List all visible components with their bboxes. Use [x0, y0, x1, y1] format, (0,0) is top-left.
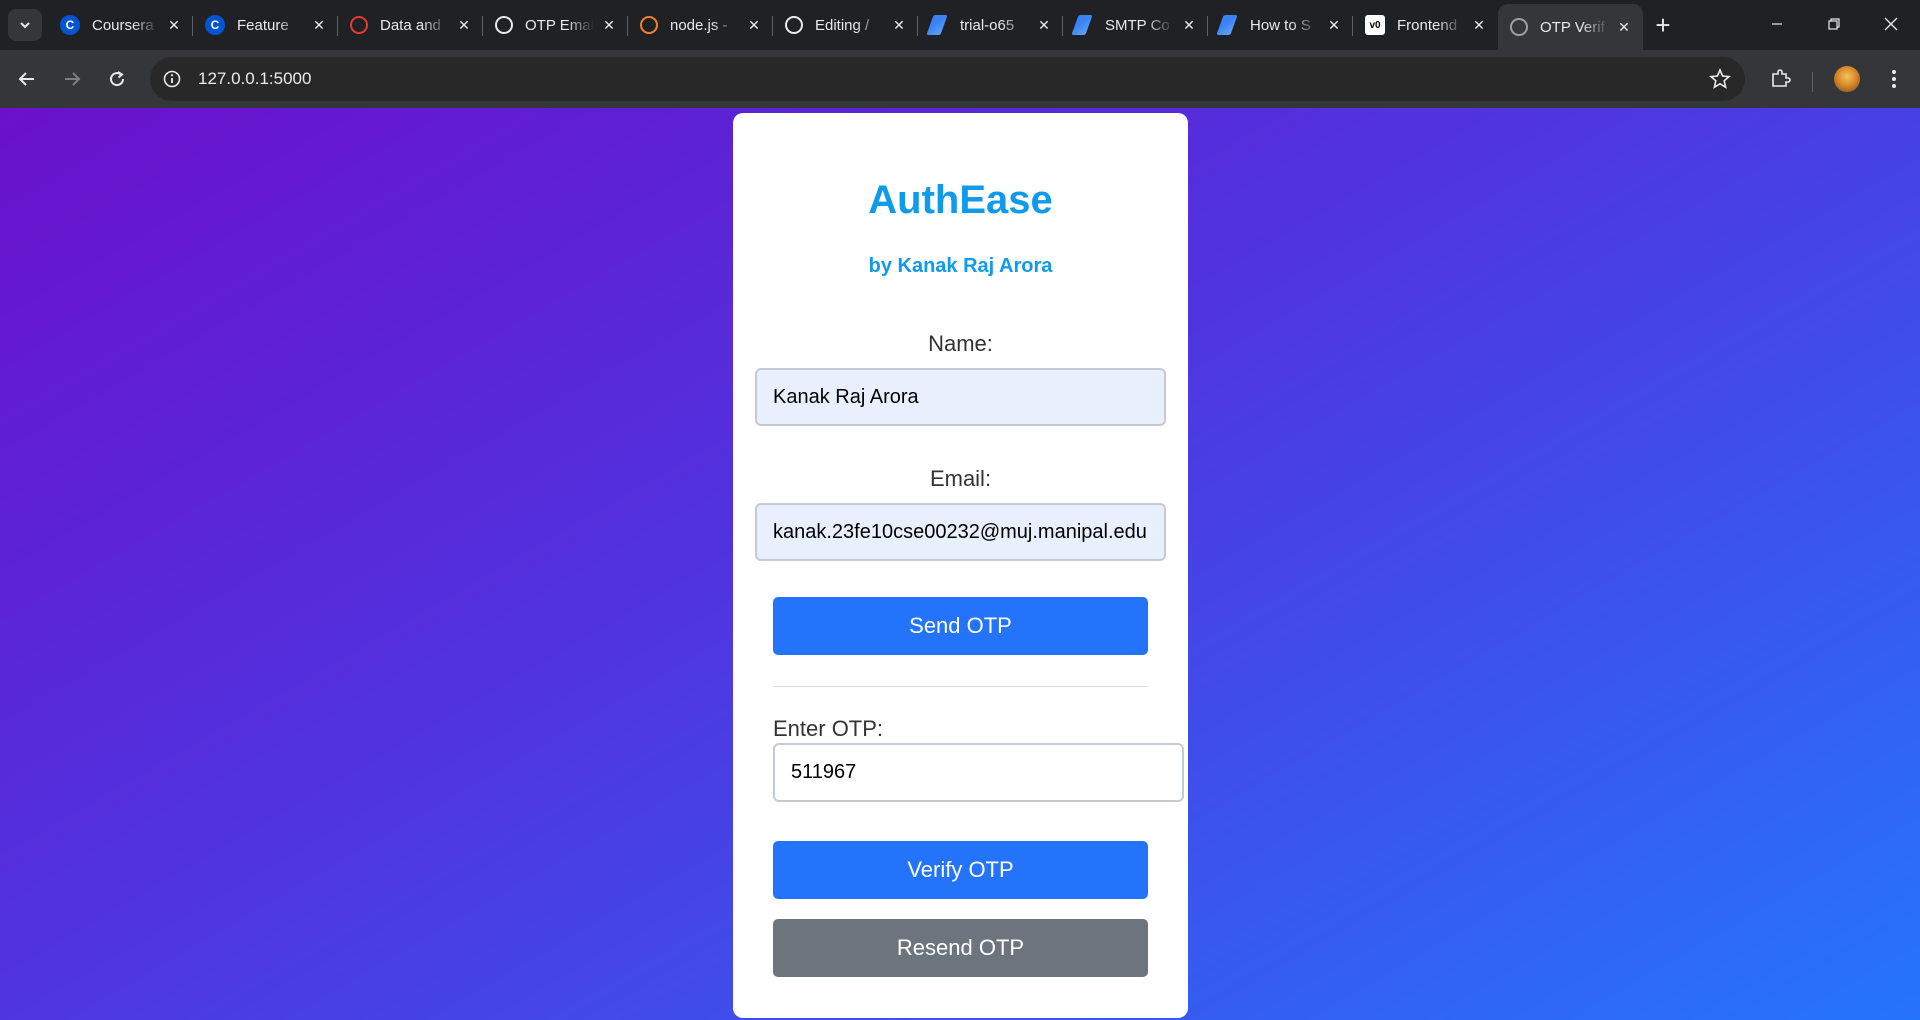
auth-card: AuthEase by Kanak Raj Arora Name: Email:…: [733, 113, 1188, 1018]
close-tab-icon[interactable]: ✕: [890, 16, 908, 34]
tab-title: Data and: [380, 16, 441, 34]
section-divider: [773, 686, 1148, 687]
email-label: Email:: [929, 466, 992, 491]
app-title: AuthEase: [868, 178, 1053, 222]
browser-tab[interactable]: OTP Email ✕: [483, 6, 628, 44]
codeium-icon: [1216, 15, 1238, 35]
page-viewport: AuthEase by Kanak Raj Arora Name: Email:…: [0, 108, 1920, 1020]
tab-title: OTP Verif: [1540, 18, 1605, 36]
signal-icon: [350, 16, 368, 34]
browser-tab[interactable]: node.js - ✕: [628, 6, 773, 44]
close-tab-icon[interactable]: ✕: [1180, 16, 1198, 34]
new-tab-button[interactable]: +: [1648, 10, 1678, 40]
tab-title: trial-o65: [960, 16, 1015, 34]
openai-icon: [495, 16, 513, 34]
minimize-icon: [1772, 23, 1782, 25]
email-field[interactable]: [755, 503, 1166, 561]
tab-title: Frontend: [1397, 16, 1458, 34]
tab-title: How to S: [1250, 16, 1311, 34]
forward-button[interactable]: [54, 61, 90, 97]
more-menu-icon[interactable]: [1882, 67, 1906, 91]
tab-title: Editing /: [815, 16, 870, 34]
v0-icon: v0: [1365, 15, 1385, 35]
browser-tab[interactable]: trial-o65 ✕: [918, 6, 1063, 44]
resend-otp-button[interactable]: Resend OTP: [773, 919, 1148, 977]
tab-title: SMTP Co: [1105, 16, 1170, 34]
browser-tab[interactable]: Editing / ✕: [773, 6, 918, 44]
bookmark-star-icon[interactable]: [1709, 67, 1731, 95]
codeium-icon: [926, 15, 948, 35]
browser-tab[interactable]: Data and ✕: [338, 6, 483, 44]
otp-field[interactable]: [773, 743, 1184, 802]
tab-title: Coursera: [92, 16, 154, 34]
arrow-right-icon: [65, 72, 81, 86]
author-byline: by Kanak Raj Arora: [868, 255, 1053, 277]
reload-icon: [110, 71, 125, 87]
verify-otp-button[interactable]: Verify OTP: [773, 841, 1148, 899]
browser-tab[interactable]: v0 Frontend ✕: [1353, 6, 1498, 44]
browser-tab[interactable]: How to S ✕: [1208, 6, 1353, 44]
stackoverflow-icon: [640, 16, 658, 34]
name-field[interactable]: [755, 368, 1166, 426]
close-tab-icon[interactable]: ✕: [1035, 16, 1053, 34]
close-window-button[interactable]: [1862, 0, 1920, 48]
plus-icon: +: [1655, 9, 1671, 40]
close-tab-icon[interactable]: ✕: [1470, 16, 1488, 34]
send-otp-button[interactable]: Send OTP: [773, 597, 1148, 655]
reload-button[interactable]: [99, 61, 135, 97]
tab-strip: C Coursera ✕ C Feature ✕ Data and ✕ OTP Email ✕ no…: [0, 0, 1920, 50]
back-button[interactable]: [9, 61, 45, 97]
site-info-icon[interactable]: [160, 67, 184, 91]
browser-tab[interactable]: OTP Verif ✕: [1498, 4, 1643, 50]
close-tab-icon[interactable]: ✕: [1325, 16, 1343, 34]
tab-title: Feature: [237, 16, 289, 34]
codeium-icon: [1071, 15, 1093, 35]
otp-label: Enter OTP:: [773, 716, 884, 741]
close-icon: [1884, 17, 1898, 31]
chevron-down-icon: [20, 22, 30, 29]
close-tab-icon[interactable]: ✕: [455, 16, 473, 34]
name-label: Name:: [928, 331, 993, 356]
restore-icon: [1828, 18, 1840, 30]
globe-icon: [1510, 18, 1528, 36]
restore-button[interactable]: [1805, 0, 1863, 48]
tab-search-button[interactable]: [8, 9, 42, 41]
close-tab-icon[interactable]: ✕: [600, 16, 618, 34]
browser-tab[interactable]: SMTP Co ✕: [1063, 6, 1208, 44]
url-text[interactable]: 127.0.0.1:5000: [198, 69, 311, 89]
tab-title: node.js -: [670, 16, 728, 34]
tab-title: OTP Email: [525, 16, 594, 34]
close-tab-icon[interactable]: ✕: [310, 16, 328, 34]
address-bar[interactable]: 127.0.0.1:5000: [150, 57, 1745, 101]
browser-tab[interactable]: C Coursera ✕: [48, 6, 193, 44]
github-icon: [785, 16, 803, 34]
arrow-left-icon: [18, 72, 34, 86]
close-tab-icon[interactable]: ✕: [745, 16, 763, 34]
profile-avatar[interactable]: [1834, 66, 1860, 92]
close-tab-icon[interactable]: ✕: [165, 16, 183, 34]
coursera-icon: C: [205, 15, 225, 35]
browser-tab[interactable]: C Feature ✕: [193, 6, 338, 44]
extensions-icon[interactable]: [1768, 67, 1792, 91]
close-tab-icon[interactable]: ✕: [1615, 18, 1633, 36]
minimize-button[interactable]: [1748, 0, 1806, 48]
coursera-icon: C: [60, 15, 80, 35]
toolbar-divider: [1812, 72, 1813, 92]
browser-toolbar: 127.0.0.1:5000: [0, 50, 1920, 108]
